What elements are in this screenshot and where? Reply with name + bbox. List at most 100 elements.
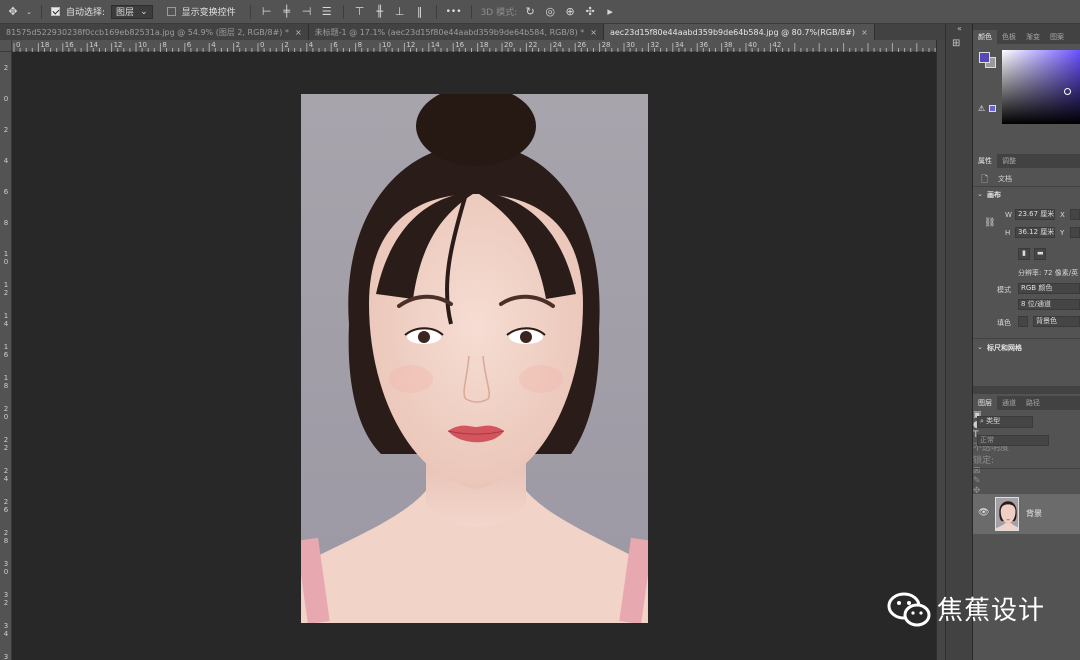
tab-adjustments[interactable]: 调整 bbox=[997, 154, 1021, 168]
layers-panel-tabs: 图层 通道 路径 bbox=[973, 396, 1080, 410]
gamut-warning-icon[interactable]: ⚠ bbox=[978, 104, 985, 113]
3d-mode-label: 3D 模式: bbox=[480, 8, 518, 18]
ruler-left-label: 2 6 bbox=[3, 498, 9, 514]
landscape-orientation-button[interactable]: ▬ bbox=[1034, 248, 1046, 260]
align-right-icon[interactable]: ⊣ bbox=[300, 5, 314, 19]
ruler-top-label: 8 bbox=[357, 41, 363, 49]
ruler-left-label: 6 bbox=[3, 188, 9, 196]
align-center-horizontal-icon[interactable]: ╪ bbox=[280, 5, 294, 19]
ruler-origin[interactable] bbox=[0, 40, 12, 52]
chevron-down-icon[interactable]: ⌄ bbox=[26, 5, 32, 19]
close-icon[interactable]: × bbox=[295, 28, 302, 37]
right-panels: 颜色 色板 渐变 图案 ⚠ 属性 调整 🗋 文档 ⌄ 画布 ⛓ W 23.67 … bbox=[973, 24, 1080, 660]
layer-filter-input[interactable]: ⌕ 类型 bbox=[977, 416, 1033, 428]
ruler-top-label: 10 bbox=[382, 41, 391, 49]
ruler-top-label: 30 bbox=[626, 41, 635, 49]
move-tool-icon[interactable]: ✥ bbox=[6, 5, 20, 19]
3d-rotate-icon[interactable]: ↻ bbox=[523, 5, 537, 19]
ruler-top-label: 0 bbox=[16, 41, 21, 49]
close-icon[interactable]: × bbox=[861, 28, 868, 37]
ruler-left-label: 2 4 bbox=[3, 467, 9, 483]
foreground-color-swatch[interactable] bbox=[979, 52, 990, 63]
portrait-orientation-button[interactable]: ▮ bbox=[1018, 248, 1030, 260]
align-top-icon[interactable]: ⊤ bbox=[353, 5, 367, 19]
3d-pan-icon[interactable]: ⊕ bbox=[563, 5, 577, 19]
properties-toggle-icon[interactable]: ⊞ bbox=[952, 38, 966, 50]
ruler-left-label: 1 8 bbox=[3, 374, 9, 390]
collapse-arrows-icon[interactable]: « bbox=[946, 24, 973, 34]
ruler-left-label: 1 0 bbox=[3, 250, 9, 266]
ruler-top-label: 36 bbox=[699, 41, 709, 49]
mode-dropdown[interactable]: RGB 颜色 bbox=[1018, 283, 1080, 294]
align-bottom-icon[interactable]: ⊥ bbox=[393, 5, 407, 19]
ruler-top-label: 22 bbox=[528, 41, 538, 49]
color-panel-tabs: 颜色 色板 渐变 图案 bbox=[973, 30, 1080, 44]
ruler-left-label: 4 bbox=[3, 157, 9, 165]
tab-layers[interactable]: 图层 bbox=[973, 396, 997, 410]
align-middle-vertical-icon[interactable]: ╫ bbox=[373, 5, 387, 19]
width-field[interactable]: 23.67 厘米 bbox=[1015, 209, 1055, 220]
options-bar: ✥ ⌄ 自动选择: 图层 ⌄ 显示变换控件 ⊢ ╪ ⊣ ☰ ⊤ ╫ ⊥ ‖ •••… bbox=[0, 0, 1080, 24]
show-transform-checkbox[interactable] bbox=[166, 7, 176, 16]
tab-paths[interactable]: 路径 bbox=[1021, 396, 1045, 410]
3d-roll-icon[interactable]: ◎ bbox=[543, 5, 557, 19]
tab-properties[interactable]: 属性 bbox=[973, 154, 997, 168]
doc-tab-1[interactable]: 81575d522930238f0ccb169eb82531a.jpg @ 54… bbox=[0, 24, 309, 40]
vertical-ruler[interactable]: 2 0 2 4 6 8 1 0 1 2 1 4 1 6 1 8 2 0 2 2 2 4 2 6 2 8 3 0 3… bbox=[0, 40, 12, 660]
ruler-top-label: 40 bbox=[748, 41, 757, 49]
ruler-top-label: 18 bbox=[479, 41, 489, 49]
3d-scale-icon[interactable]: ▸ bbox=[603, 5, 617, 19]
ruler-left-label: 3 0 bbox=[3, 560, 9, 576]
horizontal-ruler[interactable]: 0 18 16 14 12 10 8 6 4 2 0 2 4 6 8 10 12 14 16 18 20 22 24 26 28… bbox=[12, 40, 936, 52]
fill-dropdown[interactable]: 背景色 bbox=[1033, 316, 1080, 327]
eye-icon[interactable]: 👁 bbox=[978, 508, 989, 518]
chevron-down-icon[interactable]: ⌄ bbox=[977, 343, 983, 351]
ruler-ticks bbox=[13, 43, 936, 52]
distribute-horizontal-icon[interactable]: ☰ bbox=[320, 5, 334, 19]
layer-row-background[interactable]: 👁 背景 bbox=[973, 494, 1080, 534]
more-options-button[interactable]: ••• bbox=[446, 7, 462, 17]
ruler-top-label: 28 bbox=[601, 41, 611, 49]
3d-slide-icon[interactable]: ✣ bbox=[583, 5, 597, 19]
vertical-scrollbar[interactable] bbox=[936, 40, 945, 660]
height-field[interactable]: 36.12 厘米 bbox=[1015, 227, 1055, 238]
ruler-top-label: 16 bbox=[455, 41, 465, 49]
tab-patterns[interactable]: 图案 bbox=[1045, 30, 1069, 44]
close-icon[interactable]: × bbox=[590, 28, 597, 37]
tab-color[interactable]: 颜色 bbox=[973, 30, 997, 44]
ruler-top-label: 38 bbox=[723, 41, 733, 49]
ruler-top-label: 24 bbox=[552, 41, 562, 49]
blend-mode-dropdown[interactable]: 正常 bbox=[977, 435, 1049, 446]
auto-select-checkbox[interactable] bbox=[51, 7, 60, 16]
depth-dropdown[interactable]: 8 位/通道 bbox=[1018, 299, 1080, 310]
layer-thumbnail-image bbox=[996, 498, 1018, 530]
ruler-top-label: 0 bbox=[260, 41, 265, 49]
doc-tab-3[interactable]: aec23d15f80e44aabd359b9de64b584.jpg @ 80… bbox=[603, 24, 875, 40]
document-tabs: 81575d522930238f0ccb169eb82531a.jpg @ 54… bbox=[0, 24, 945, 40]
doc-tab-2[interactable]: 未标题-1 @ 17.1% (aec23d15f80e44aabd359b9de… bbox=[309, 24, 604, 40]
color-picker-handle[interactable] bbox=[1064, 88, 1071, 95]
fill-swatch[interactable] bbox=[1018, 316, 1028, 327]
distribute-vertical-icon[interactable]: ‖ bbox=[413, 5, 427, 19]
y-field[interactable] bbox=[1070, 227, 1080, 238]
align-left-icon[interactable]: ⊢ bbox=[260, 5, 274, 19]
tab-channels[interactable]: 通道 bbox=[997, 396, 1021, 410]
auto-select-dropdown[interactable]: 图层 ⌄ bbox=[111, 4, 153, 19]
ruler-left-label: 3 2 bbox=[3, 591, 9, 607]
show-transform-label: 显示变换控件 bbox=[181, 8, 236, 18]
ruler-left-label: 8 bbox=[3, 219, 9, 227]
document-image[interactable] bbox=[301, 94, 648, 623]
color-spectrum[interactable] bbox=[1002, 50, 1080, 124]
chevron-down-icon[interactable]: ⌄ bbox=[977, 190, 983, 198]
x-label: X bbox=[1060, 211, 1065, 219]
color-panel: ⚠ bbox=[973, 44, 1080, 154]
link-icon[interactable]: ⛓ bbox=[984, 218, 995, 228]
tab-gradients[interactable]: 渐变 bbox=[1021, 30, 1045, 44]
wechat-logo-icon bbox=[887, 592, 931, 626]
web-safe-swatch[interactable] bbox=[989, 105, 996, 112]
lock-brush-icon[interactable]: ✎ bbox=[973, 476, 1080, 486]
ruler-top-label: 10 bbox=[138, 41, 147, 49]
ruler-top-label: 34 bbox=[674, 41, 684, 49]
tab-swatches[interactable]: 色板 bbox=[997, 30, 1021, 44]
x-field[interactable] bbox=[1070, 209, 1080, 220]
